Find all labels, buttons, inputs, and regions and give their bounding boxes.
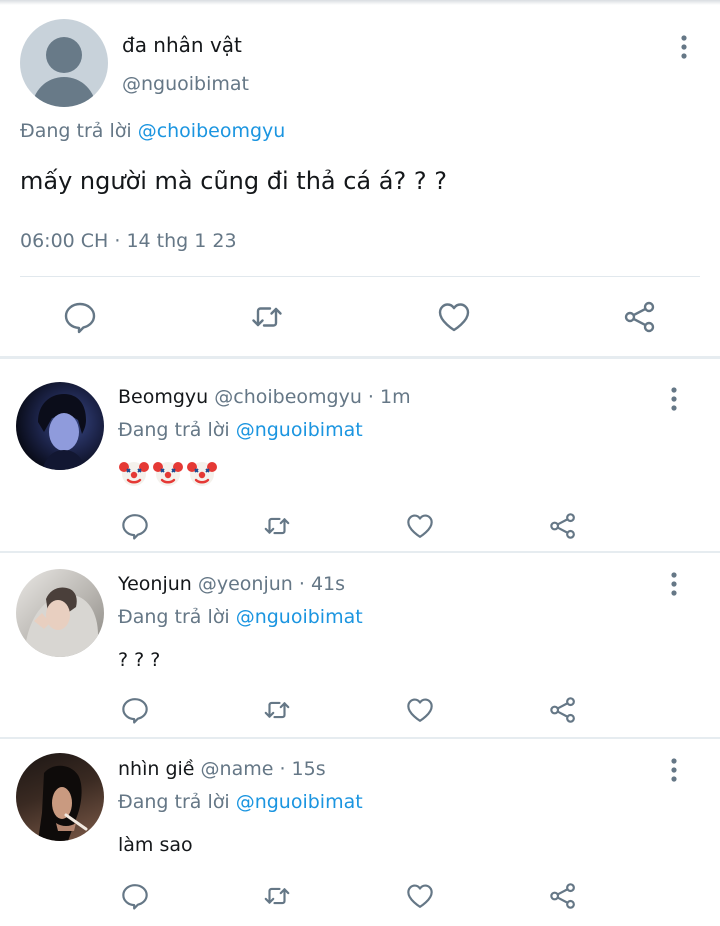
author-handle-time[interactable]: @choibeomgyu · 1m — [214, 386, 410, 408]
replying-to: Đang trả lời @nguoibimat — [118, 606, 363, 628]
replying-to-label: Đang trả lời — [118, 791, 230, 813]
share-icon[interactable] — [548, 695, 578, 725]
reply-icon[interactable] — [120, 881, 150, 911]
author-name[interactable]: nhìn giề — [118, 758, 194, 780]
replying-to-handle[interactable]: @nguoibimat — [236, 606, 363, 628]
retweet-icon[interactable] — [262, 881, 292, 911]
tweet-timestamp[interactable]: 06:00 CH · 14 thg 1 23 — [20, 230, 237, 252]
like-icon[interactable] — [405, 511, 435, 541]
reply-text: làm sao — [118, 834, 193, 856]
avatar[interactable] — [16, 569, 104, 657]
like-icon[interactable] — [405, 881, 435, 911]
share-icon[interactable] — [548, 511, 578, 541]
author-handle-time[interactable]: @name · 15s — [201, 758, 326, 780]
divider — [20, 276, 700, 277]
reply-tweet[interactable]: Yeonjun @yeonjun · 41s Đang trả lời @ngu… — [0, 553, 720, 739]
more-options-icon[interactable] — [664, 758, 684, 782]
avatar-body-shape — [32, 77, 96, 107]
avatar[interactable] — [16, 382, 104, 470]
author-name[interactable]: Yeonjun — [118, 573, 192, 595]
replying-to: Đang trả lời @nguoibimat — [118, 419, 363, 441]
more-options-icon[interactable] — [664, 572, 684, 596]
reply-icon[interactable] — [120, 695, 150, 725]
reply-text: ? ? ? — [118, 649, 161, 671]
like-icon[interactable] — [405, 695, 435, 725]
retweet-icon[interactable] — [262, 511, 292, 541]
retweet-icon[interactable] — [249, 299, 285, 335]
reply-header: Beomgyu @choibeomgyu · 1m — [118, 386, 411, 408]
reply-emoji-row — [118, 457, 218, 489]
more-options-icon[interactable] — [664, 387, 684, 411]
avatar-head-shape — [46, 37, 82, 73]
reply-header: Yeonjun @yeonjun · 41s — [118, 573, 345, 595]
avatar[interactable] — [16, 753, 104, 841]
replying-to: Đang trả lời @choibeomgyu — [20, 120, 285, 142]
clown-face-icon — [119, 462, 149, 486]
replying-to: Đang trả lời @nguoibimat — [118, 791, 363, 813]
author-name[interactable]: Beomgyu — [118, 386, 208, 408]
tweet-text: mấy người mà cũng đi thả cá á? ? ? — [20, 167, 447, 195]
author-handle[interactable]: @nguoibimat — [122, 73, 249, 95]
replying-to-handle[interactable]: @nguoibimat — [236, 419, 363, 441]
reply-tweet[interactable]: nhìn giề @name · 15s Đang trả lời @nguoi… — [0, 739, 720, 926]
clown-face-icon — [153, 462, 183, 486]
author-name[interactable]: đa nhân vật — [122, 33, 242, 57]
main-tweet: đa nhân vật @nguoibimat Đang trả lời @ch… — [0, 5, 720, 358]
default-avatar[interactable] — [20, 19, 108, 107]
like-icon[interactable] — [436, 299, 472, 335]
replying-to-label: Đang trả lời — [118, 606, 230, 628]
reply-header: nhìn giề @name · 15s — [118, 758, 326, 780]
replying-to-label: Đang trả lời — [118, 419, 230, 441]
reply-icon[interactable] — [120, 511, 150, 541]
reply-tweet[interactable]: Beomgyu @choibeomgyu · 1m Đang trả lời @… — [0, 359, 720, 553]
share-icon[interactable] — [622, 299, 658, 335]
more-options-icon[interactable] — [674, 35, 694, 59]
retweet-icon[interactable] — [262, 695, 292, 725]
reply-icon[interactable] — [62, 299, 98, 335]
replying-to-handle[interactable]: @choibeomgyu — [138, 120, 286, 142]
author-handle-time[interactable]: @yeonjun · 41s — [198, 573, 345, 595]
clown-face-icon — [187, 462, 217, 486]
replying-to-label: Đang trả lời — [20, 120, 132, 142]
share-icon[interactable] — [548, 881, 578, 911]
replying-to-handle[interactable]: @nguoibimat — [236, 791, 363, 813]
